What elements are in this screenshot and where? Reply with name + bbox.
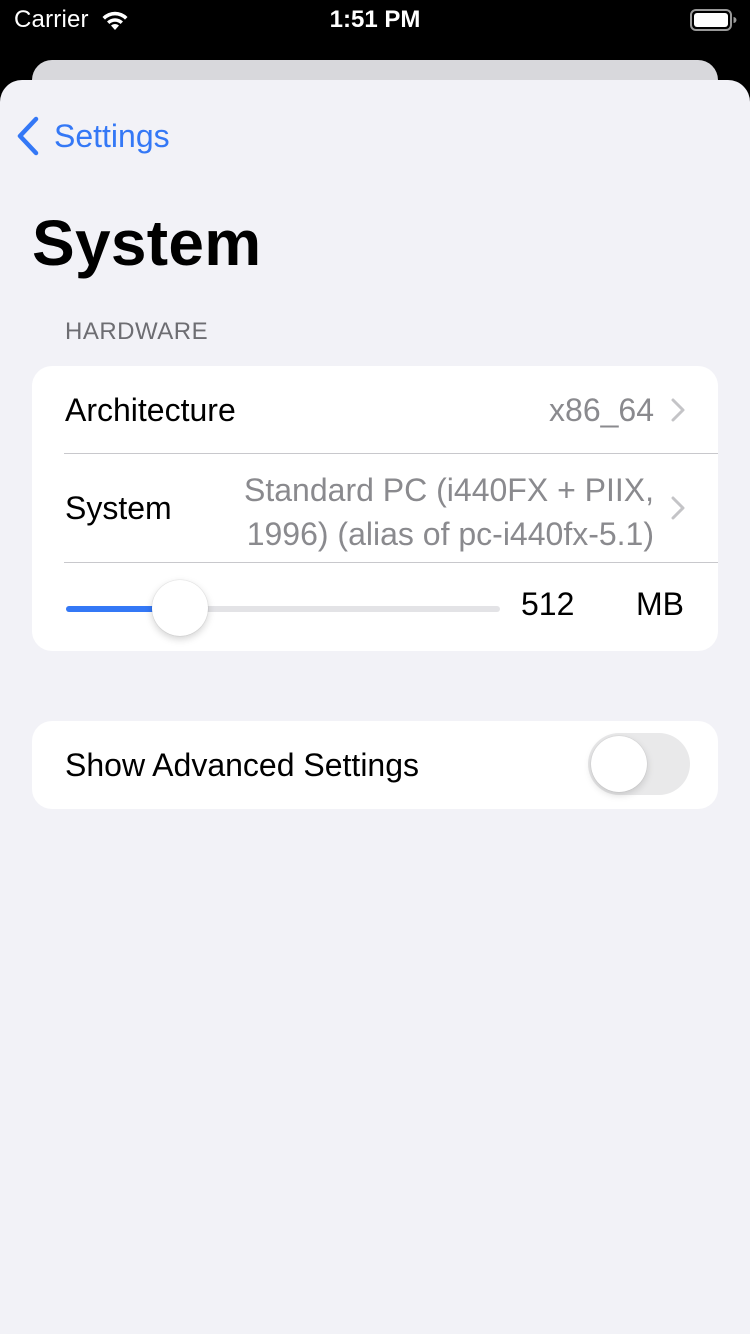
chevron-left-icon (17, 116, 39, 156)
architecture-value: x86_64 (549, 392, 654, 428)
hardware-section-header: HARDWARE (65, 318, 209, 345)
memory-unit: MB (636, 586, 684, 622)
memory-slider-track[interactable] (66, 606, 500, 612)
clock-time: 1:51 PM (329, 6, 421, 33)
chevron-right-icon (671, 496, 685, 520)
system-value-line1: Standard PC (i440FX + PIIX, (244, 472, 654, 508)
advanced-settings-toggle[interactable] (588, 733, 690, 795)
system-row[interactable]: System Standard PC (i440FX + PIIX, 1996)… (32, 454, 718, 562)
back-button[interactable]: Settings (14, 112, 170, 160)
architecture-row[interactable]: Architecture x86_64 (32, 366, 718, 453)
advanced-settings-row: Show Advanced Settings (32, 721, 718, 809)
system-label: System (65, 490, 172, 526)
system-settings-sheet: Settings System HARDWARE Architecture x8… (0, 80, 750, 1334)
battery-icon (690, 9, 737, 31)
system-value-line2: 1996) (alias of pc-i440fx-5.1) (246, 516, 654, 552)
status-bar: Carrier 1:51 PM (0, 0, 750, 40)
memory-slider-thumb[interactable] (152, 580, 209, 636)
row-separator (64, 562, 718, 563)
hardware-card: Architecture x86_64 System Standard PC (… (32, 366, 718, 651)
system-value: Standard PC (i440FX + PIIX, 1996) (alias… (244, 468, 654, 556)
advanced-settings-label: Show Advanced Settings (65, 747, 420, 783)
advanced-settings-card: Show Advanced Settings (32, 721, 718, 809)
page-title: System (32, 207, 262, 279)
back-button-label: Settings (54, 117, 170, 154)
toggle-knob (591, 736, 647, 792)
memory-value: 512 (521, 586, 575, 622)
chevron-right-icon (671, 398, 685, 422)
architecture-label: Architecture (65, 392, 236, 428)
